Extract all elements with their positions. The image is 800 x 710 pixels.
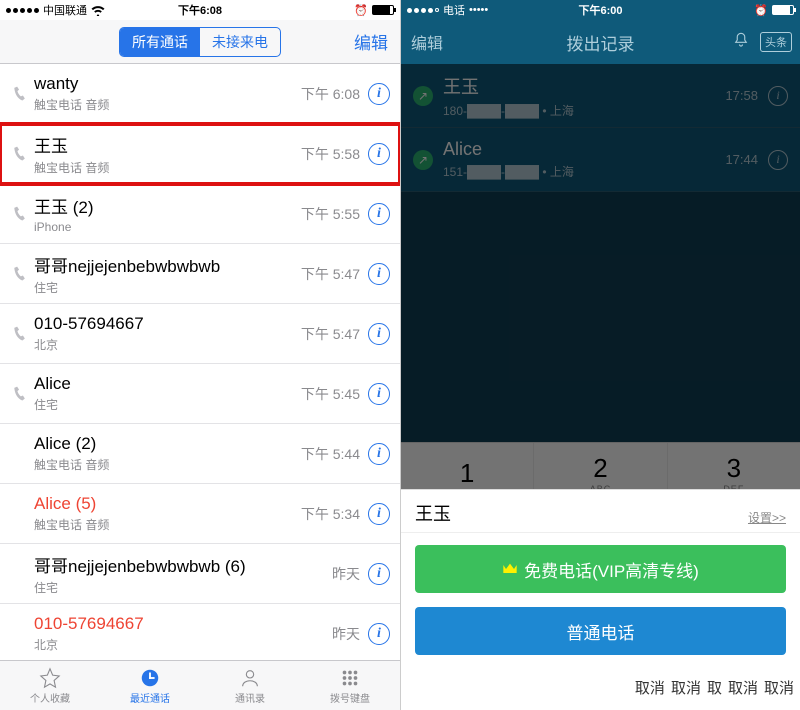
tab-contacts[interactable]: 通讯录: [200, 661, 300, 710]
call-time: 昨天: [332, 624, 360, 644]
seg-all[interactable]: 所有通话: [120, 28, 200, 56]
outgoing-icon: [8, 386, 30, 401]
info-button[interactable]: i: [368, 83, 390, 105]
right-phone: 电话 ••••• 下午6:00 ⏰ 编辑 拨出记录 头条 ↗王玉180-████…: [400, 0, 800, 710]
call-row[interactable]: 010-57694667 北京昨天 i: [0, 604, 400, 664]
info-button[interactable]: i: [368, 383, 390, 405]
left-phone: 中国联通 下午6:08 ⏰ 所有通话 未接来电 编辑 wanty触宝电话 音频下…: [0, 0, 400, 710]
call-subtitle: 触宝电话 音频: [34, 96, 301, 113]
cancel-button[interactable]: 取消: [728, 677, 758, 698]
call-name: wanty: [34, 74, 301, 94]
info-button[interactable]: i: [368, 563, 390, 585]
info-button[interactable]: i: [368, 143, 390, 165]
call-row[interactable]: 010-57694667 北京下午 5:47 i: [0, 304, 400, 364]
call-time: 昨天: [332, 564, 360, 584]
call-time: 下午 5:47: [301, 324, 360, 344]
info-button[interactable]: i: [368, 203, 390, 225]
call-subtitle: 触宝电话 音频: [34, 159, 301, 176]
segmented-control[interactable]: 所有通话 未接来电: [119, 27, 281, 57]
status-bar: 电话 ••••• 下午6:00 ⏰: [401, 0, 800, 20]
cancel-row: 取消取消取取消取消: [401, 655, 800, 710]
call-row[interactable]: Alice (2) 触宝电话 音频下午 5:44 i: [0, 424, 400, 484]
edit-button[interactable]: 编辑: [354, 29, 388, 54]
header-title: 拨出记录: [567, 30, 635, 55]
call-time: 下午 5:55: [301, 204, 360, 224]
call-list[interactable]: wanty触宝电话 音频下午 6:08i王玉触宝电话 音频下午 5:58i王玉 …: [0, 64, 400, 694]
outgoing-icon: [8, 326, 30, 341]
call-name: Alice (2): [34, 434, 301, 454]
status-time: 下午6:08: [0, 2, 400, 18]
normal-call-button[interactable]: 普通电话: [415, 607, 786, 655]
recents-header: 所有通话 未接来电 编辑: [0, 20, 400, 64]
cancel-button[interactable]: 取消: [635, 677, 665, 698]
sheet-contact-name: 王玉: [415, 500, 451, 526]
call-subtitle: 触宝电话 音频: [34, 516, 301, 533]
call-subtitle: 北京: [34, 336, 301, 353]
call-name: 王玉 (2): [34, 193, 301, 218]
headline-button[interactable]: 头条: [760, 32, 792, 52]
tab-favorites[interactable]: 个人收藏: [0, 661, 100, 710]
call-name: 010-57694667: [34, 614, 332, 634]
dimmed-content: ↗王玉180-████-████ • 上海17:58i↗Alice151-███…: [401, 64, 800, 504]
tab-bar: 个人收藏 最近通话 通讯录 拨号键盘: [0, 660, 400, 710]
call-subtitle: 北京: [34, 636, 332, 653]
call-row[interactable]: 王玉触宝电话 音频下午 5:58 i: [0, 124, 400, 184]
call-name: 010-57694667: [34, 314, 301, 334]
call-time: 下午 5:47: [301, 264, 360, 284]
info-button[interactable]: i: [368, 503, 390, 525]
cancel-button[interactable]: 取消: [764, 677, 794, 698]
call-time: 下午 5:44: [301, 444, 360, 464]
outgoing-icon: [8, 146, 30, 161]
outgoing-icon: [8, 86, 30, 101]
call-name: 王玉: [34, 132, 301, 157]
battery-icon: [772, 5, 794, 15]
crown-icon: [502, 562, 518, 576]
call-subtitle: 住宅: [34, 279, 301, 296]
seg-missed[interactable]: 未接来电: [200, 28, 280, 56]
records-header: 编辑 拨出记录 头条: [401, 20, 800, 64]
outgoing-icon: [8, 206, 30, 221]
call-subtitle: 住宅: [34, 579, 332, 596]
call-name: Alice (5): [34, 494, 301, 514]
info-button[interactable]: i: [368, 623, 390, 645]
cancel-button[interactable]: 取: [707, 677, 722, 698]
sheet-settings-link[interactable]: 设置>>: [748, 509, 786, 526]
call-time: 下午 5:58: [301, 144, 360, 164]
tab-keypad[interactable]: 拨号键盘: [300, 661, 400, 710]
cancel-button[interactable]: 取消: [671, 677, 701, 698]
call-row[interactable]: Alice (5) 触宝电话 音频下午 5:34 i: [0, 484, 400, 544]
action-sheet: 王玉 设置>> 免费电话(VIP高清专线) 普通电话 取消取消取取消取消: [401, 489, 800, 710]
call-subtitle: 住宅: [34, 396, 301, 413]
call-name: Alice: [34, 374, 301, 394]
back-button[interactable]: 编辑: [411, 30, 443, 54]
call-name: 哥哥nejjejenbebwbwbwb (6): [34, 552, 332, 577]
call-row[interactable]: 哥哥nejjejenbebwbwbwb (6) 住宅昨天 i: [0, 544, 400, 604]
call-subtitle: 触宝电话 音频: [34, 456, 301, 473]
call-time: 下午 6:08: [301, 84, 360, 104]
battery-icon: [372, 5, 394, 15]
info-button[interactable]: i: [368, 323, 390, 345]
call-subtitle: iPhone: [34, 220, 301, 234]
tab-recents[interactable]: 最近通话: [100, 661, 200, 710]
call-row[interactable]: 王玉 (2) iPhone下午 5:55 i: [0, 184, 400, 244]
call-row[interactable]: Alice 住宅下午 5:45 i: [0, 364, 400, 424]
call-row[interactable]: wanty 触宝电话 音频下午 6:08 i: [0, 64, 400, 124]
free-call-button[interactable]: 免费电话(VIP高清专线): [415, 545, 786, 593]
status-time: 下午6:00: [401, 2, 800, 18]
call-row[interactable]: 哥哥nejjejenbebwbwbwb 住宅下午 5:47 i: [0, 244, 400, 304]
status-bar: 中国联通 下午6:08 ⏰: [0, 0, 400, 20]
call-name: 哥哥nejjejenbebwbwbwb: [34, 252, 301, 277]
outgoing-icon: [8, 266, 30, 281]
info-button[interactable]: i: [368, 263, 390, 285]
call-time: 下午 5:45: [301, 384, 360, 404]
bell-icon[interactable]: [732, 31, 750, 54]
info-button[interactable]: i: [368, 443, 390, 465]
call-time: 下午 5:34: [301, 504, 360, 524]
